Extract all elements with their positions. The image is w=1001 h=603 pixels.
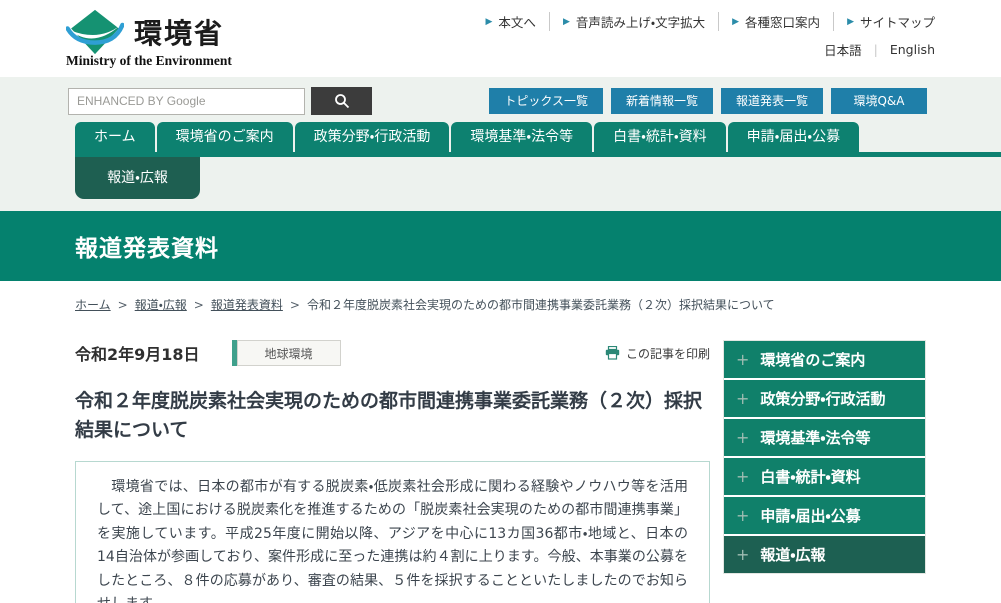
global-nav: ホーム 環境省のご案内 政策分野・行政活動 環境基準・法令等 白書・統計・資料 … [75,122,1001,199]
utility-link-main-content[interactable]: ▶ 本文へ [473,12,549,31]
article-meta-row: 令和2年9月18日 地球環境 この記事を印刷 [75,340,710,366]
print-label: この記事を印刷 [625,346,710,361]
utility-link-sitemap[interactable]: ▶ サイトマップ [833,12,935,31]
utility-link-label: 音声読み上げ・文字拡大 [575,15,706,30]
nav-item-home[interactable]: ホーム [75,122,155,152]
env-qa-button[interactable]: 環境Q&A [831,88,927,114]
triangle-icon: ▶ [732,16,740,27]
lang-japanese[interactable]: 日本語 [812,40,874,59]
sidebar-item-about[interactable]: + 環境省のご案内 [724,341,925,378]
search-nav-band: トピックス一覧 新着情報一覧 報道発表一覧 環境Q&A ホーム 環境省のご案内 … [0,77,1001,211]
breadcrumb-separator: > [193,297,204,312]
utility-link-contact-windows[interactable]: ▶ 各種窓口案内 [718,12,833,31]
nav-underline-bar [75,152,1001,157]
top-header: 環境省 Ministry of the Environment ▶ 本文へ ▶ 音声… [0,0,1001,77]
breadcrumb-press-release[interactable]: 報道発表資料 [211,296,283,313]
sidebar-item-label: 環境基準・法令等 [760,429,871,447]
triangle-icon: ▶ [562,16,570,27]
plus-icon: + [736,467,750,486]
article-body-box: 環境省では、日本の都市が有する脱炭素・低炭素社会形成に関わる経験やノウハウ等を活… [75,460,710,603]
content-area: ホーム > 報道・広報 > 報道発表資料 > 令和２年度脱炭素社会実現のための都… [0,296,1001,603]
page-banner: 報道発表資料 [0,211,1001,281]
ministry-logo-icon [66,9,124,54]
sidebar-item-press[interactable]: + 報道・広報 [724,536,925,573]
sidebar: + 環境省のご案内 + 政策分野・行政活動 + 環境基準・法令等 + 白書・統計… [723,340,926,603]
language-switcher: 日本語 | English [812,40,935,59]
plus-icon: + [736,428,750,447]
utility-links: ▶ 本文へ ▶ 音声読み上げ・文字拡大 ▶ 各種窓口案内 ▶ サイトマップ [473,12,935,31]
utility-link-audio-textsize[interactable]: ▶ 音声読み上げ・文字拡大 [548,12,718,31]
nav-item-standards[interactable]: 環境基準・法令等 [451,122,593,152]
plus-icon: + [736,389,750,408]
sidebar-item-label: 環境省のご案内 [760,351,866,369]
sidebar-item-label: 報道・広報 [760,546,826,564]
plus-icon: + [736,506,750,525]
nav-item-whitepapers[interactable]: 白書・統計・資料 [594,122,726,152]
breadcrumb-separator: > [289,297,300,312]
plus-icon: + [736,350,750,369]
sidebar-item-policy[interactable]: + 政策分野・行政活動 [724,380,925,417]
article-body-text: 環境省では、日本の都市が有する脱炭素・低炭素社会形成に関わる経験やノウハウ等を活… [97,478,688,603]
breadcrumb-press[interactable]: 報道・広報 [135,296,187,313]
sidebar-item-label: 申請・届出・公募 [760,507,861,525]
ministry-name-ja: 環境省 [134,16,225,50]
nav-item-policy[interactable]: 政策分野・行政活動 [294,122,450,152]
search-icon [334,94,349,109]
nav-item-about[interactable]: 環境省のご案内 [156,122,293,152]
utility-link-label: 各種窓口案内 [745,15,821,30]
sidebar-item-label: 白書・統計・資料 [760,468,861,486]
ministry-logo[interactable]: 環境省 Ministry of the Environment [66,0,232,77]
sidebar-item-applications[interactable]: + 申請・届出・公募 [724,497,925,534]
utility-link-label: 本文へ [498,15,536,30]
article-column: 令和2年9月18日 地球環境 この記事を印刷 令和２年度脱炭素社会実現のための都… [75,340,710,603]
quick-link-buttons: トピックス一覧 新着情報一覧 報道発表一覧 環境Q&A [489,88,927,114]
nav-item-press-active[interactable]: 報道・広報 [75,157,200,199]
category-label: 地球環境 [236,340,341,366]
press-release-list-button[interactable]: 報道発表一覧 [720,88,823,114]
page-banner-title: 報道発表資料 [75,236,219,262]
article-title: 令和２年度脱炭素社会実現のための都市間連携事業委託業務（２次）採択結果について [75,390,703,442]
sidebar-menu: + 環境省のご案内 + 政策分野・行政活動 + 環境基準・法令等 + 白書・統計… [723,340,926,574]
search-button[interactable] [311,87,372,115]
plus-icon: + [736,545,750,564]
lang-english[interactable]: English [878,42,935,57]
topics-list-button[interactable]: トピックス一覧 [489,88,603,114]
sidebar-item-whitepapers[interactable]: + 白書・統計・資料 [724,458,925,495]
article-date: 令和2年9月18日 [75,345,200,364]
nav-item-applications[interactable]: 申請・届出・公募 [727,122,860,152]
search-row: トピックス一覧 新着情報一覧 報道発表一覧 環境Q&A [0,77,1001,115]
triangle-icon: ▶ [847,16,854,27]
triangle-icon: ▶ [485,16,493,27]
sidebar-item-label: 政策分野・行政活動 [760,390,886,408]
printer-icon [605,346,620,360]
breadcrumb-home[interactable]: ホーム [75,296,111,313]
sidebar-item-standards[interactable]: + 環境基準・法令等 [724,419,925,456]
print-article-link[interactable]: この記事を印刷 [605,345,710,362]
new-info-list-button[interactable]: 新着情報一覧 [610,88,713,114]
breadcrumb-separator: > [117,297,128,312]
breadcrumb: ホーム > 報道・広報 > 報道発表資料 > 令和２年度脱炭素社会実現のための都… [75,296,926,313]
utility-link-label: サイトマップ [859,15,935,30]
site-search-input[interactable] [68,87,305,115]
breadcrumb-current-page: 令和２年度脱炭素社会実現のための都市間連携事業委託業務（２次）採択結果について [306,298,775,312]
category-tag[interactable]: 地球環境 [231,340,341,366]
nav-tabs: ホーム 環境省のご案内 政策分野・行政活動 環境基準・法令等 白書・統計・資料 … [75,122,1001,152]
header-utility-area: ▶ 本文へ ▶ 音声読み上げ・文字拡大 ▶ 各種窓口案内 ▶ サイトマップ 日本語 | … [473,0,935,77]
ministry-name-en: Ministry of the Environment [66,52,232,68]
